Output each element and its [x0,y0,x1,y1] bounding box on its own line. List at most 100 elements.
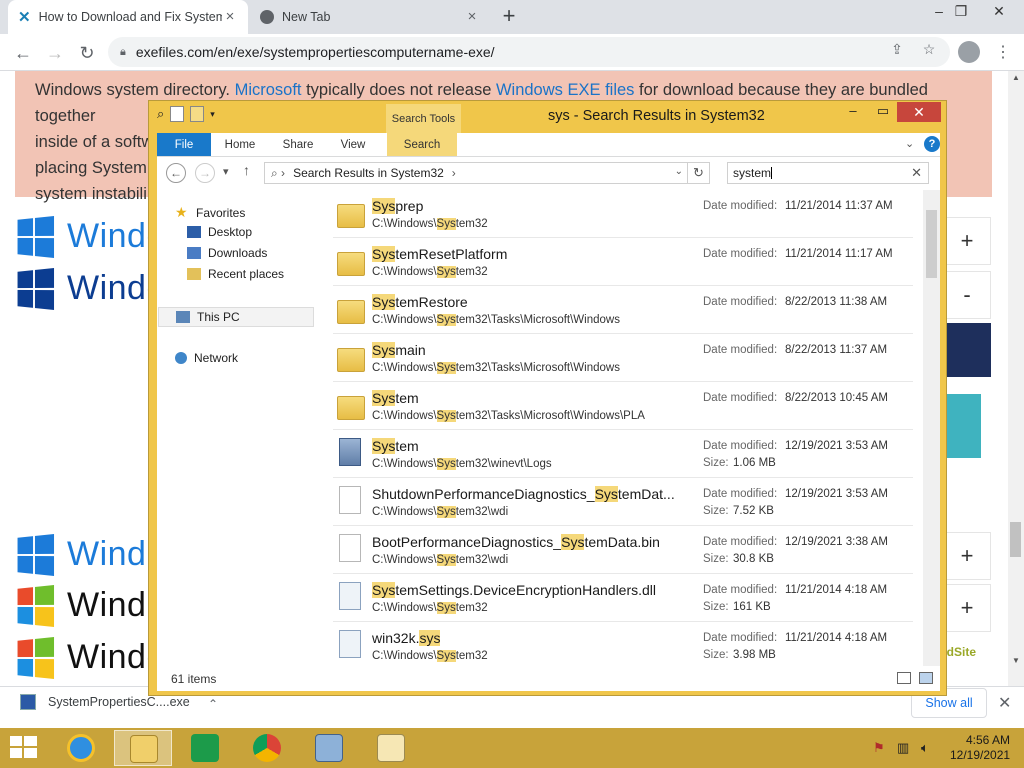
expand-button[interactable]: + [943,584,991,632]
windows-vista-link[interactable]: Windo [15,636,166,679]
control-panel-icon [315,734,343,762]
back-arrow-icon[interactable]: ← [166,163,186,183]
windows-exe-files-link[interactable]: Windows EXE files [496,81,634,99]
expand-button[interactable]: + [943,217,991,265]
result-row[interactable]: SystemSettings.DeviceEncryptionHandlers.… [333,574,913,622]
taskbar-store[interactable] [176,730,234,766]
forward-arrow-icon[interactable]: → [195,163,215,183]
tab-exefiles[interactable]: ✕ How to Download and Fix System × [8,0,248,34]
result-row[interactable]: System C:\Windows\System32\winevt\Logs Dat… [333,430,913,478]
result-row[interactable]: System C:\Windows\System32\Tasks\Microsof… [333,382,913,430]
nav-favorites[interactable]: ★ Favorites [175,204,245,221]
result-name-part: prep [395,198,424,214]
expand-button[interactable]: + [943,532,991,580]
microsoft-link[interactable]: Microsoft [235,81,302,99]
share-icon[interactable]: ⇪ [888,41,906,59]
store-icon [191,734,219,762]
result-row[interactable]: ShutdownPerformanceDiagnostics_SystemDat… [333,478,913,526]
breadcrumb-chevron-icon[interactable]: › [452,166,456,180]
details-view-icon[interactable] [897,672,911,684]
action-center-icon[interactable]: ⚑ [873,740,885,756]
taskbar-control-panel[interactable] [300,730,358,766]
result-name-part: win32k. [372,630,420,646]
download-item[interactable]: SystemPropertiesC....exe [20,694,190,710]
tab-home[interactable]: Home [217,133,263,156]
explorer-titlebar[interactable]: ⌕ ▾ Search Tools sys - Search Results in… [149,101,946,156]
chevron-down-icon[interactable]: ⌄ [905,137,914,150]
nav-this-pc[interactable]: This PC [158,307,314,327]
windows-logo-icon [17,533,55,576]
up-arrow-icon[interactable]: ↑ [243,162,250,178]
page-scroll-thumb[interactable] [1010,522,1021,557]
chevron-up-icon[interactable]: ⌃ [208,697,218,711]
tab-view[interactable]: View [332,133,374,156]
restore-icon[interactable]: ❐ [946,0,976,26]
large-icons-view-icon[interactable] [919,672,933,684]
result-path-part: C:\Windows\ [372,266,437,278]
help-icon[interactable]: ? [924,136,940,152]
recent-locations-icon[interactable]: ▾ [223,165,229,178]
clear-search-icon[interactable]: ✕ [911,163,922,183]
minimize-icon[interactable]: – [839,102,867,122]
tab-new-tab[interactable]: New Tab × [250,0,490,34]
nav-downloads[interactable]: Downloads [187,246,267,260]
network-tray-icon[interactable]: ▥ [897,740,909,756]
address-bar[interactable]: 🔒︎ exefiles.com/en/exe/systempropertiesc… [108,37,950,67]
properties-icon[interactable] [170,106,185,122]
nav-network[interactable]: Network [175,351,238,365]
nav-desktop[interactable]: Desktop [187,225,252,239]
date-modified-label: Date modified: [703,296,778,308]
windows-8-link[interactable]: Windo [15,267,166,310]
result-row[interactable]: Sysprep C:\Windows\System32 Date modified:… [333,190,913,238]
close-icon[interactable]: ✕ [897,102,941,122]
close-tab-icon[interactable]: × [464,9,480,25]
result-row[interactable]: SystemResetPlatform C:\Windows\System32 Da… [333,238,913,286]
result-row[interactable]: SystemRestore C:\Windows\System32\Tasks\M… [333,286,913,334]
qat-dropdown-icon[interactable]: ▾ [210,109,215,120]
start-button[interactable] [10,736,38,760]
result-row[interactable]: BootPerformanceDiagnostics_SystemData.bi… [333,526,913,574]
taskbar-chrome[interactable] [238,730,296,766]
result-row[interactable]: Sysmain C:\Windows\System32\Tasks\Microso… [333,334,913,382]
volume-icon[interactable]: 🔈︎ [921,740,929,756]
menu-dots-icon[interactable]: ⋮ [995,42,1011,62]
scroll-down-icon[interactable]: ▼ [1008,656,1024,670]
nav-recent-places[interactable]: Recent places [187,267,284,281]
results-scroll-thumb[interactable] [926,210,937,278]
size-label: Size: [703,601,729,613]
search-match-highlight: Sys [436,458,456,470]
forward-button[interactable]: → [42,40,68,66]
location-bar[interactable]: ⌕ › Search Results in System32 › ⌄ [264,162,688,184]
collapse-button[interactable]: - [943,271,991,319]
bookmark-star-icon[interactable]: ☆ [920,41,938,59]
explorer-title: sys - Search Results in System32 [548,108,765,124]
windows-10-link[interactable]: Wind [15,533,146,576]
close-tab-icon[interactable]: × [222,9,238,25]
profile-avatar[interactable] [958,41,980,63]
windows-10-link[interactable]: Windo [15,215,166,258]
tab-title: New Tab [282,10,331,24]
windows-7-link[interactable]: Wind [15,584,146,627]
close-window-icon[interactable]: ✕ [984,0,1014,26]
system-clock[interactable]: 4:56 AM 12/19/2021 [950,733,1010,763]
reload-button[interactable]: ↻ [74,40,100,66]
result-path: C:\Windows\System32\winevt\Logs [372,458,552,470]
back-button[interactable]: ← [10,40,36,66]
maximize-icon[interactable]: ▭ [869,102,897,122]
result-row[interactable]: win32k.sys C:\Windows\System32 Date modifi… [333,622,913,666]
taskbar-internet-explorer[interactable] [52,730,110,766]
page-scrollbar[interactable] [1008,71,1024,686]
size-value: 161 KB [733,601,771,613]
search-input[interactable]: system ✕ [727,162,929,184]
tab-share[interactable]: Share [275,133,321,156]
taskbar-notepad[interactable] [362,730,420,766]
new-folder-icon[interactable] [190,106,205,122]
new-tab-button[interactable]: + [498,5,520,28]
tab-search[interactable]: Search [387,133,457,156]
taskbar-file-explorer[interactable] [114,730,172,766]
chevron-down-icon[interactable]: ⌄ [675,166,683,177]
refresh-icon[interactable]: ↻ [688,162,710,184]
tab-file[interactable]: File [157,133,211,156]
close-shelf-icon[interactable]: ✕ [998,693,1011,713]
scroll-up-icon[interactable]: ▲ [1008,73,1024,87]
